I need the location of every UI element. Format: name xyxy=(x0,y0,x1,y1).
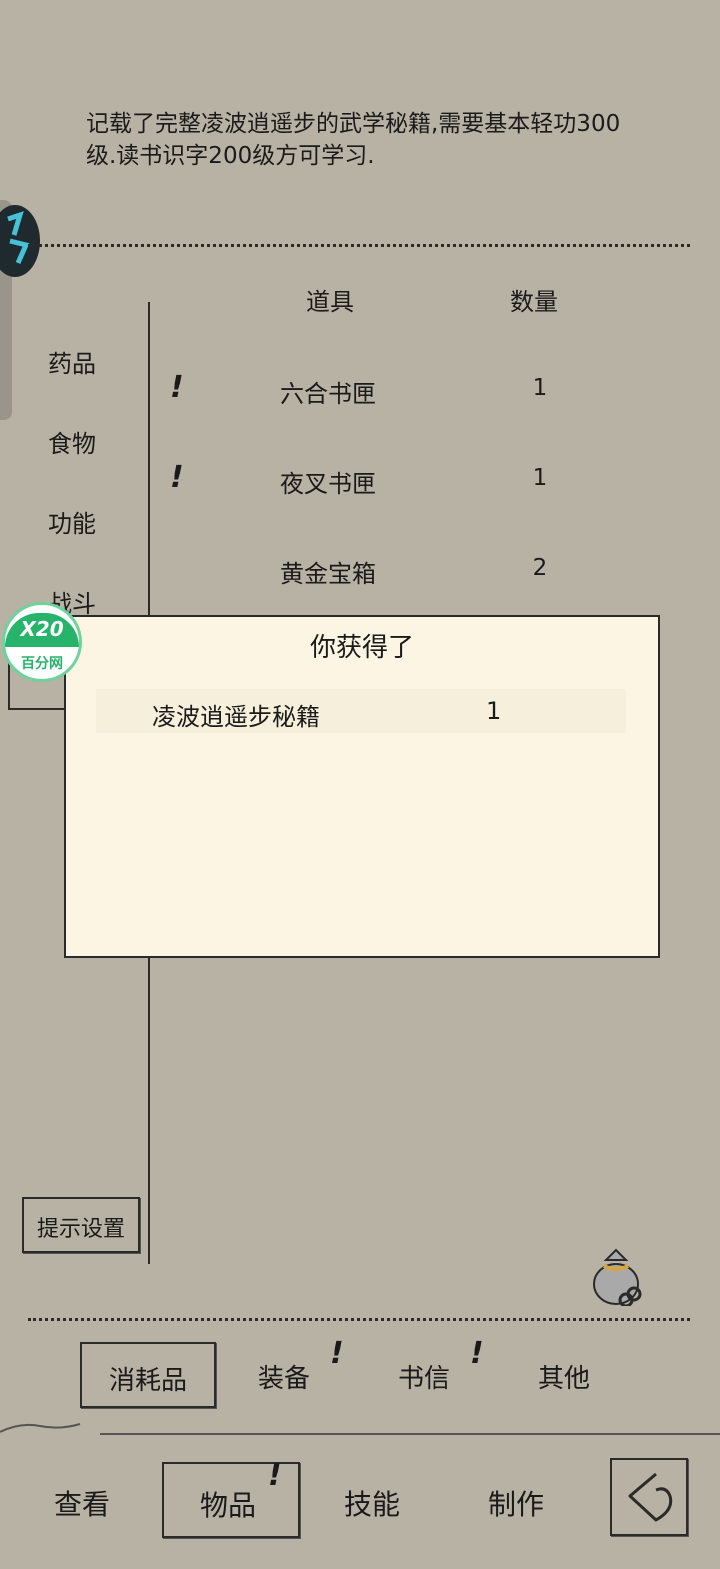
item-name[interactable]: 六合书匣 xyxy=(280,374,376,409)
item-quantity: 1 xyxy=(532,465,548,491)
tab-label: 书信 xyxy=(398,1364,451,1394)
header-item: 道具 xyxy=(306,288,354,316)
alert-icon: ! xyxy=(330,1336,344,1371)
bottom-divider xyxy=(28,1318,690,1321)
tab-label: 装备 xyxy=(258,1364,311,1394)
nav-items[interactable]: 物品 ! xyxy=(162,1458,300,1538)
nav-skills[interactable]: 技能 xyxy=(344,1483,400,1523)
item-quantity: 2 xyxy=(532,555,548,581)
hint-settings-label: 提示设置 xyxy=(36,1217,125,1242)
back-arrow-icon xyxy=(612,1460,686,1538)
tab-letters[interactable]: 书信 ! xyxy=(386,1336,496,1404)
item-description: 记载了完整凌波逍遥步的武学秘籍,需要基本轻功300级.读书识字200级方可学习. xyxy=(86,111,621,169)
category-food[interactable]: 食物 xyxy=(48,424,96,459)
floating-assistant-icon[interactable] xyxy=(0,205,40,277)
category-function[interactable]: 功能 xyxy=(48,504,96,539)
hint-settings-button[interactable]: 提示设置 xyxy=(22,1197,140,1253)
tab-label: 其他 xyxy=(538,1364,591,1394)
dialog-item-name: 凌波逍遥步秘籍 xyxy=(152,703,320,731)
item-alert-icon: ! xyxy=(170,370,184,405)
decorative-divider xyxy=(0,1412,720,1438)
alert-icon: ! xyxy=(470,1336,484,1371)
watermark-top-text: X20 xyxy=(20,617,64,641)
header-quantity: 数量 xyxy=(510,288,558,316)
watermark-logo: X20 百分网 xyxy=(2,602,82,682)
item-alert-icon: ! xyxy=(170,460,184,495)
dialog-item-quantity: 1 xyxy=(486,697,502,725)
alert-icon: ! xyxy=(268,1458,282,1493)
item-name[interactable]: 黄金宝箱 xyxy=(280,554,376,589)
back-button[interactable] xyxy=(610,1458,688,1536)
item-name[interactable]: 夜叉书匣 xyxy=(280,464,376,499)
category-medicine[interactable]: 药品 xyxy=(48,344,96,379)
top-divider xyxy=(28,244,690,247)
reward-dialog[interactable]: 你获得了 凌波逍遥步秘籍 1 xyxy=(64,615,660,958)
dialog-title: 你获得了 xyxy=(309,633,414,663)
nav-view[interactable]: 查看 xyxy=(54,1483,110,1523)
nav-crafting[interactable]: 制作 xyxy=(488,1483,544,1523)
item-quantity: 1 xyxy=(532,375,548,401)
tab-other[interactable]: 其他 xyxy=(526,1342,626,1404)
tab-label: 消耗品 xyxy=(108,1366,187,1396)
tab-equipment[interactable]: 装备 ! xyxy=(246,1336,356,1404)
watermark-bottom-text: 百分网 xyxy=(21,656,63,672)
money-bag-icon[interactable] xyxy=(590,1242,650,1308)
nav-label: 物品 xyxy=(200,1489,257,1522)
tab-consumables[interactable]: 消耗品 xyxy=(80,1342,216,1408)
